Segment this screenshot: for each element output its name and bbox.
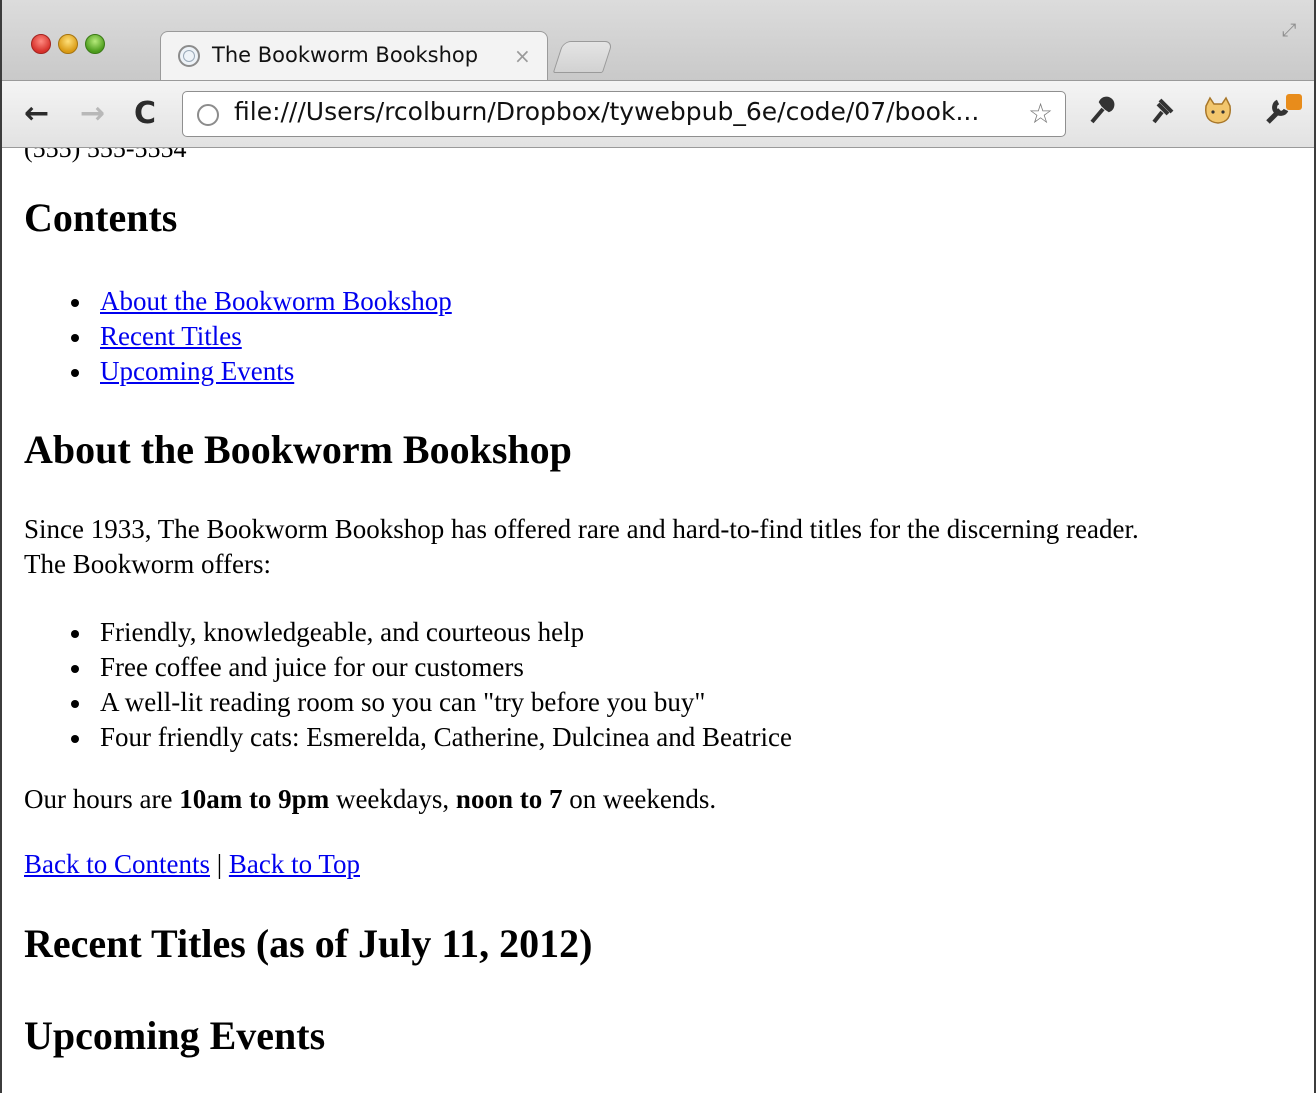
address-url[interactable]: file:///Users/rcolburn/Dropbox/tywebpub_… bbox=[234, 97, 979, 126]
extension-tool-svg bbox=[1090, 96, 1115, 124]
close-window-button[interactable] bbox=[31, 34, 51, 54]
link-upcoming-events[interactable]: Upcoming Events bbox=[100, 356, 294, 386]
list-item: Four friendly cats: Esmerelda, Catherine… bbox=[4, 720, 792, 755]
about-heading: About the Bookworm Bookshop bbox=[24, 427, 572, 472]
back-arrow-icon[interactable]: ← bbox=[24, 96, 49, 132]
hours-prefix: Our hours are bbox=[24, 784, 180, 814]
link-recent-titles[interactable]: Recent Titles bbox=[100, 321, 242, 351]
cat-face-svg bbox=[1205, 96, 1231, 124]
list-item: Friendly, knowledgeable, and courteous h… bbox=[4, 615, 792, 650]
minimize-window-button[interactable] bbox=[58, 34, 78, 54]
globe-icon bbox=[178, 45, 200, 67]
forward-arrow-icon[interactable]: → bbox=[80, 96, 105, 132]
new-tab-button[interactable] bbox=[552, 41, 614, 73]
tab-title: The Bookworm Bookshop bbox=[212, 43, 479, 67]
list-item: A well-lit reading room so you can "try … bbox=[4, 685, 792, 720]
update-badge bbox=[1286, 94, 1302, 110]
upcoming-events-heading: Upcoming Events bbox=[24, 1013, 326, 1058]
list-item: Free coffee and juice for our customers bbox=[4, 650, 792, 685]
pin-svg bbox=[1152, 98, 1174, 124]
hours-suffix: on weekends. bbox=[562, 784, 717, 814]
cat-face-icon[interactable] bbox=[1202, 96, 1234, 135]
back-to-top-link[interactable]: Back to Top bbox=[229, 849, 360, 879]
clipped-phone-number: (555) 555-5554 bbox=[24, 148, 187, 163]
weekday-hours: 10am to 9pm bbox=[179, 784, 330, 814]
close-tab-icon[interactable]: × bbox=[514, 44, 531, 68]
link-about[interactable]: About the Bookworm Bookshop bbox=[100, 286, 452, 316]
pin-icon[interactable] bbox=[1148, 96, 1176, 135]
weekend-hours: noon to 7 bbox=[455, 784, 563, 814]
extension-tool-icon[interactable] bbox=[1088, 96, 1116, 135]
bookmark-star-icon[interactable]: ☆ bbox=[1028, 97, 1053, 130]
zoom-window-button[interactable] bbox=[85, 34, 105, 54]
reload-icon[interactable]: C bbox=[134, 96, 156, 132]
hours-paragraph: Our hours are 10am to 9pm weekdays, noon… bbox=[24, 784, 716, 815]
recent-titles-heading: Recent Titles (as of July 11, 2012) bbox=[24, 921, 593, 966]
list-item: About the Bookworm Bookshop bbox=[4, 284, 452, 319]
hours-middle: weekdays, bbox=[329, 784, 456, 814]
about-paragraph-line1: Since 1933, The Bookworm Bookshop has of… bbox=[24, 514, 1139, 544]
page-viewport[interactable]: (555) 555-5554 Contents About the Bookwo… bbox=[4, 148, 1314, 1093]
contents-heading: Contents bbox=[24, 195, 178, 240]
page-globe-icon bbox=[197, 104, 219, 126]
link-separator: | bbox=[209, 849, 229, 879]
list-item: Upcoming Events bbox=[4, 354, 452, 389]
list-item: Recent Titles bbox=[4, 319, 452, 354]
back-links: Back to Contents | Back to Top bbox=[24, 849, 360, 880]
about-paragraph-line2: The Bookworm offers: bbox=[24, 549, 271, 579]
back-to-contents-link[interactable]: Back to Contents bbox=[24, 849, 210, 879]
browser-window: The Bookworm Bookshop × ⤢ ← → C file:///… bbox=[0, 0, 1316, 1093]
contents-list: About the Bookworm Bookshop Recent Title… bbox=[4, 284, 452, 389]
offers-list: Friendly, knowledgeable, and courteous h… bbox=[4, 615, 792, 755]
fullscreen-icon[interactable]: ⤢ bbox=[1282, 20, 1296, 41]
